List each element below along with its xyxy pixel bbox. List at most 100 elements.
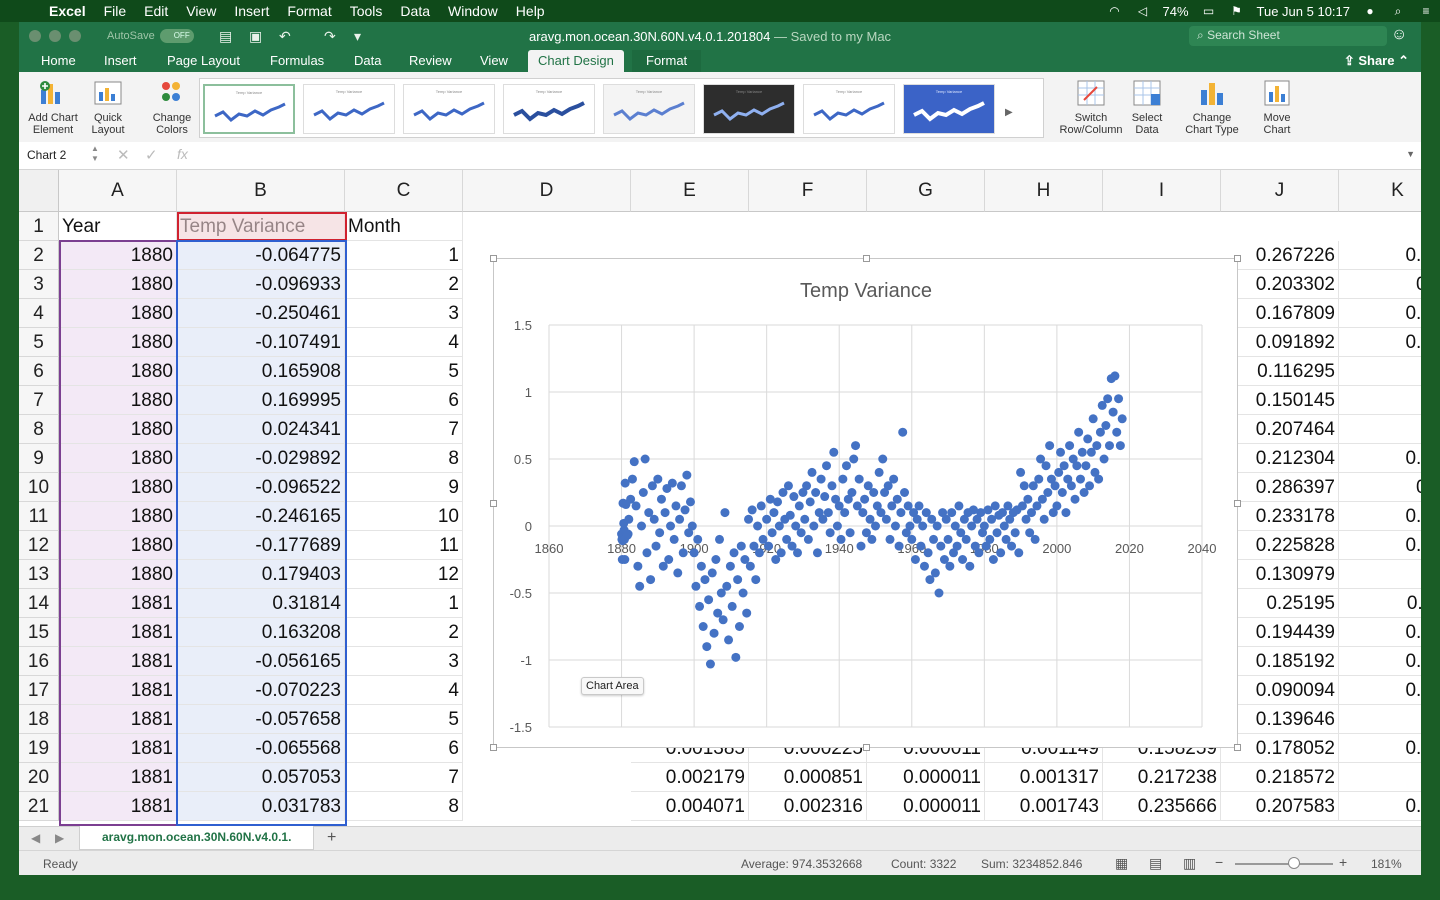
data-point[interactable] bbox=[642, 548, 652, 558]
cell-b[interactable]: 0.057053 bbox=[177, 763, 345, 792]
sidebar-toggle-icon[interactable]: ▤ bbox=[219, 28, 232, 45]
row-header[interactable]: 2 bbox=[19, 241, 59, 270]
data-point[interactable] bbox=[720, 508, 730, 518]
data-point[interactable] bbox=[693, 534, 703, 544]
column-header-h[interactable]: H bbox=[985, 170, 1103, 212]
menubar-clock[interactable]: Tue Jun 5 10:17 bbox=[1257, 4, 1350, 19]
autosave-toggle[interactable]: AutoSave OFF bbox=[107, 29, 194, 43]
data-point[interactable] bbox=[793, 548, 803, 558]
flag-icon[interactable]: ⚑ bbox=[1229, 4, 1245, 18]
cell-h[interactable]: 0.001743 bbox=[985, 792, 1103, 821]
data-point[interactable] bbox=[796, 528, 806, 538]
data-point[interactable] bbox=[671, 501, 681, 511]
cell-c[interactable]: 1 bbox=[345, 241, 463, 270]
row-header[interactable]: 18 bbox=[19, 705, 59, 734]
data-point[interactable] bbox=[965, 561, 975, 571]
data-point[interactable] bbox=[919, 561, 929, 571]
data-point[interactable] bbox=[667, 478, 677, 488]
data-point[interactable] bbox=[655, 528, 665, 538]
cell-k[interactable]: 0. bbox=[1339, 357, 1421, 386]
data-point[interactable] bbox=[841, 461, 851, 471]
data-point[interactable] bbox=[773, 497, 783, 507]
chart-style-5[interactable]: Temp Variance bbox=[603, 84, 695, 134]
cell-k[interactable]: 0.131 bbox=[1339, 241, 1421, 270]
data-point[interactable] bbox=[840, 508, 850, 518]
data-point[interactable] bbox=[736, 541, 746, 551]
menu-format[interactable]: Format bbox=[278, 3, 340, 19]
cancel-entry-icon[interactable]: ✕ bbox=[117, 146, 130, 164]
data-point[interactable] bbox=[623, 529, 633, 539]
data-point[interactable] bbox=[705, 659, 715, 669]
cell-c[interactable]: 4 bbox=[345, 676, 463, 705]
cell-b[interactable]: -0.250461 bbox=[177, 299, 345, 328]
cell-c[interactable]: 7 bbox=[345, 415, 463, 444]
page-break-view-icon[interactable]: ▥ bbox=[1183, 855, 1196, 872]
cell-c[interactable]: 6 bbox=[345, 734, 463, 763]
menu-file[interactable]: File bbox=[95, 3, 136, 19]
data-point[interactable] bbox=[800, 514, 810, 524]
data-point[interactable] bbox=[729, 548, 739, 558]
data-point[interactable] bbox=[715, 534, 725, 544]
data-point[interactable] bbox=[894, 541, 904, 551]
zoom-out-icon[interactable]: − bbox=[1215, 854, 1223, 870]
share-button[interactable]: ⇪ Share ⌃ bbox=[1344, 53, 1409, 69]
gallery-next-icon[interactable]: ▶ bbox=[1005, 107, 1013, 118]
menu-window[interactable]: Window bbox=[439, 3, 507, 19]
data-point[interactable] bbox=[811, 488, 821, 497]
tab-home[interactable]: Home bbox=[41, 53, 76, 68]
select-data-button[interactable]: Select Data bbox=[1125, 78, 1169, 136]
expand-formula-bar-icon[interactable]: ▼ bbox=[1406, 149, 1415, 159]
cell-a[interactable]: 1880 bbox=[59, 444, 177, 473]
data-point[interactable] bbox=[1117, 414, 1127, 424]
data-point[interactable] bbox=[990, 501, 1000, 511]
cell-c[interactable]: 12 bbox=[345, 560, 463, 589]
cell-k[interactable]: 0.034 bbox=[1339, 502, 1421, 531]
chart-style-3[interactable]: Temp Variance bbox=[403, 84, 495, 134]
data-point[interactable] bbox=[789, 492, 799, 502]
zoom-slider-thumb[interactable] bbox=[1288, 857, 1300, 869]
cell-k[interactable]: 0. bbox=[1339, 560, 1421, 589]
data-point[interactable] bbox=[1034, 474, 1044, 484]
cell-b[interactable]: 0.169995 bbox=[177, 386, 345, 415]
cell-k[interactable]: 0. bbox=[1339, 763, 1421, 792]
chart-style-8[interactable]: Temp Variance bbox=[903, 84, 995, 134]
data-point[interactable] bbox=[802, 481, 812, 491]
data-point[interactable] bbox=[1088, 414, 1098, 424]
data-point[interactable] bbox=[1081, 461, 1091, 471]
data-point[interactable] bbox=[890, 521, 900, 531]
data-point[interactable] bbox=[923, 548, 933, 558]
data-point[interactable] bbox=[847, 488, 857, 497]
cell-c[interactable]: 1 bbox=[345, 589, 463, 618]
data-point[interactable] bbox=[727, 601, 737, 611]
data-point[interactable] bbox=[930, 568, 940, 578]
cell-k[interactable]: 0. bbox=[1339, 386, 1421, 415]
name-box-stepper-icon[interactable]: ▲ ▼ bbox=[91, 144, 99, 164]
quick-layout-button[interactable]: Quick Layout bbox=[83, 78, 133, 136]
data-point[interactable] bbox=[988, 555, 998, 564]
user-icon[interactable]: ● bbox=[1362, 4, 1378, 18]
change-colors-button[interactable]: Change Colors bbox=[147, 78, 197, 136]
cell-c[interactable]: 5 bbox=[345, 705, 463, 734]
data-point[interactable] bbox=[979, 521, 989, 531]
data-point[interactable] bbox=[896, 508, 906, 518]
data-point[interactable] bbox=[807, 467, 817, 477]
data-point[interactable] bbox=[731, 652, 741, 662]
normal-view-icon[interactable]: ▦ bbox=[1115, 855, 1128, 872]
zoom-slider-track[interactable] bbox=[1235, 863, 1333, 865]
cell-b[interactable]: -0.246165 bbox=[177, 502, 345, 531]
data-point[interactable] bbox=[825, 528, 835, 538]
scatter-chart[interactable]: Temp Variance 1.5 1 0.5 0 -0.5 -1 -1.5 1860 188… bbox=[490, 255, 1241, 751]
row-header[interactable]: 8 bbox=[19, 415, 59, 444]
data-point[interactable] bbox=[1070, 494, 1080, 504]
data-point[interactable] bbox=[932, 521, 942, 531]
row-header[interactable]: 1 bbox=[19, 212, 59, 241]
column-header-c[interactable]: C bbox=[345, 170, 463, 212]
data-point[interactable] bbox=[1023, 494, 1033, 504]
data-point[interactable] bbox=[769, 508, 779, 518]
data-point[interactable] bbox=[651, 541, 661, 551]
data-point[interactable] bbox=[849, 454, 859, 464]
data-point[interactable] bbox=[744, 514, 754, 524]
cell-a[interactable]: 1880 bbox=[59, 415, 177, 444]
data-point[interactable] bbox=[673, 568, 683, 578]
row-header[interactable]: 16 bbox=[19, 647, 59, 676]
